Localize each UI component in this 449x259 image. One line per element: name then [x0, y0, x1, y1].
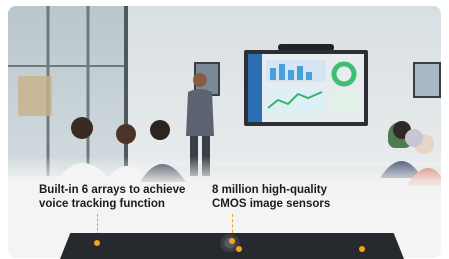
dot-marker-icon	[236, 246, 242, 252]
callout-image-sensor-line1: 8 million high-quality	[212, 184, 327, 196]
callout-image-sensor-line2: CMOS image sensors	[212, 198, 331, 210]
dot-marker-icon	[229, 238, 235, 244]
attendee-right-3	[405, 129, 423, 147]
callout-image-sensor: 8 million high-quality CMOS image sensor…	[212, 183, 382, 211]
product-banner	[8, 6, 441, 258]
callout-voice-tracking: Built-in 6 arrays to achieve voice track…	[39, 183, 209, 211]
dot-marker-icon	[94, 240, 100, 246]
callout-voice-tracking-line1: Built-in 6 arrays to achieve	[39, 184, 186, 196]
dot-marker-icon	[359, 246, 365, 252]
callout-voice-tracking-line2: voice tracking function	[39, 198, 165, 210]
